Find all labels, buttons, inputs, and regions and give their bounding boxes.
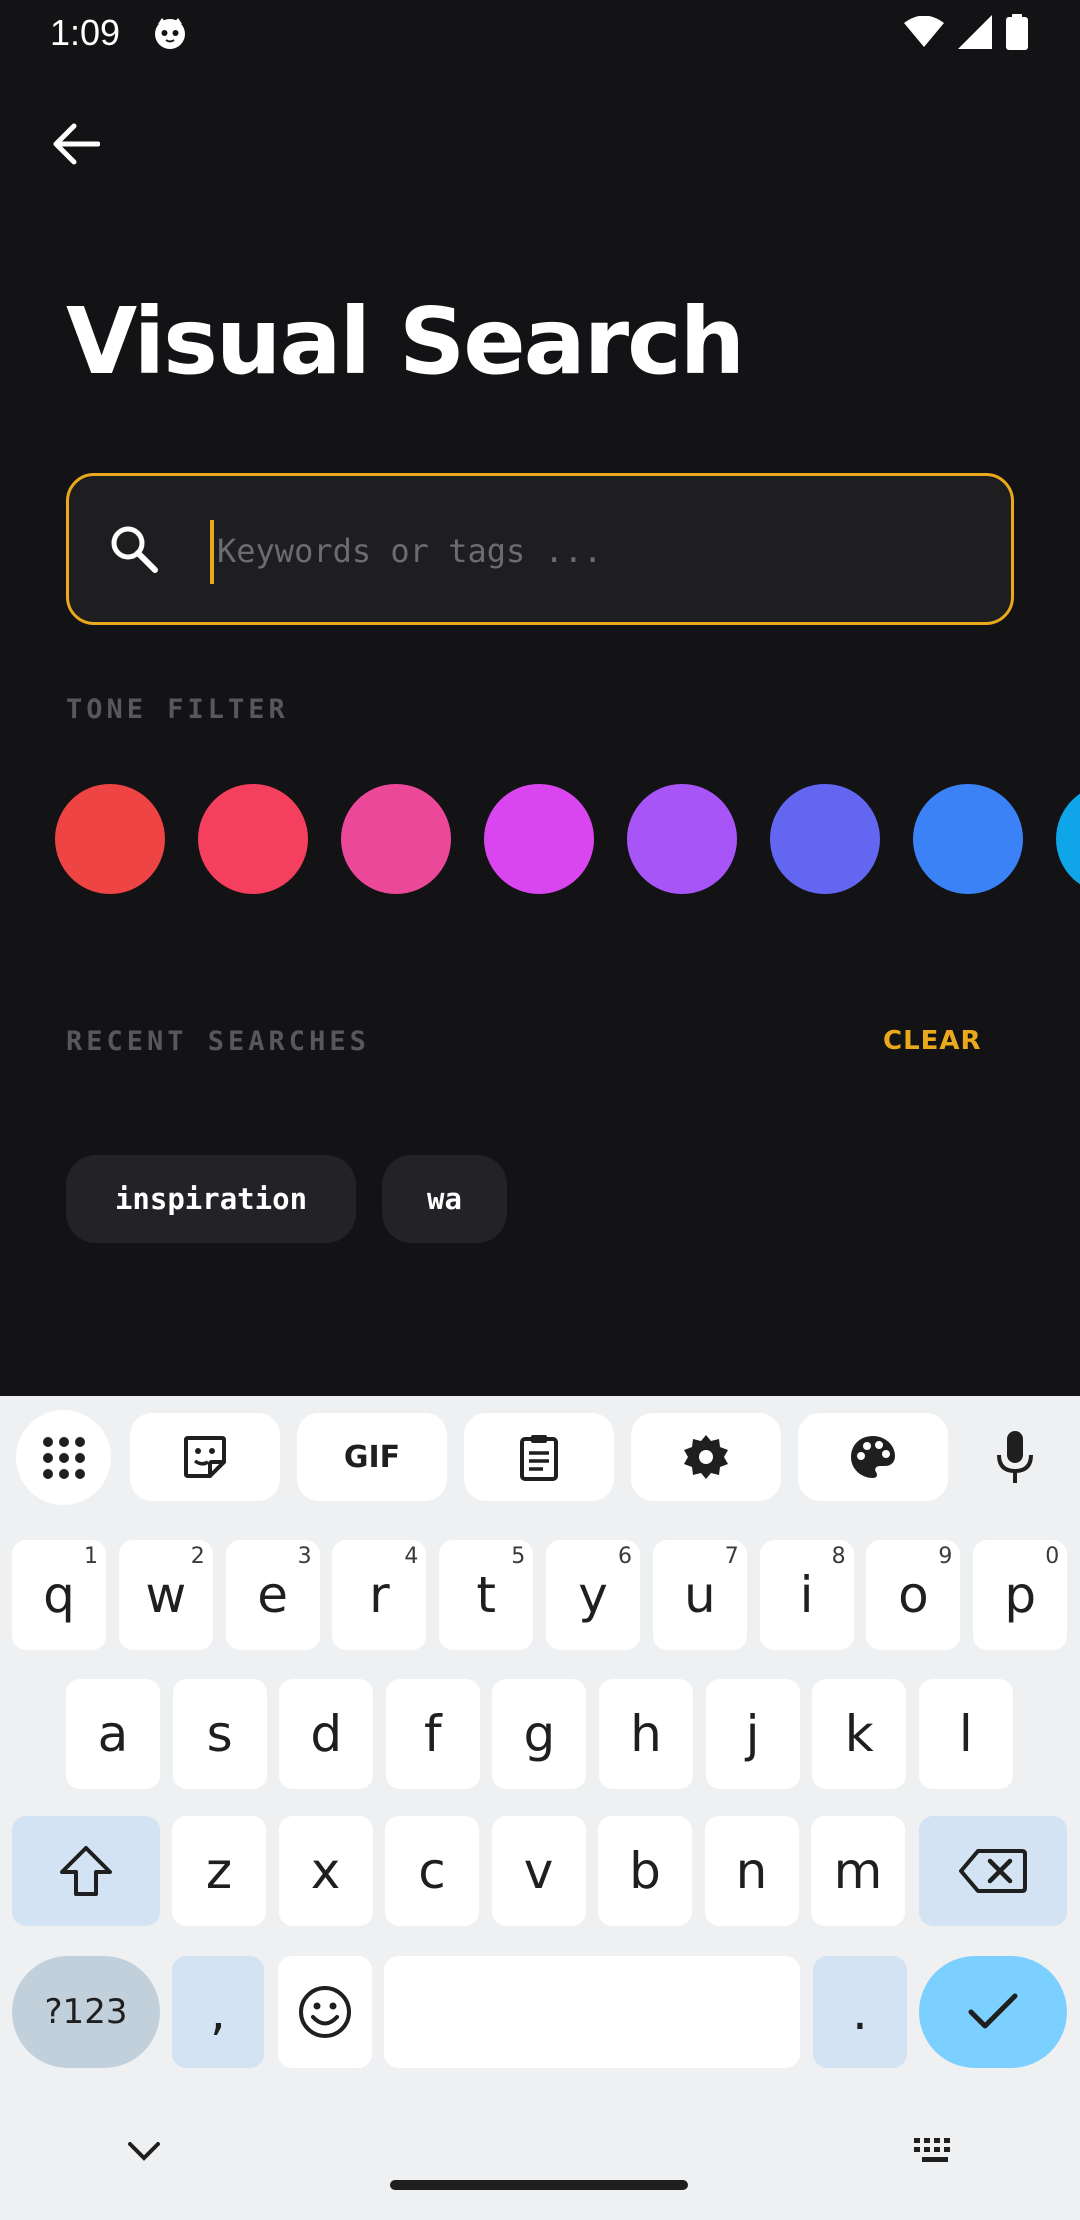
soft-keyboard: GIF q 1 w 2 e 3 r 4 t 5 y 6 u 7 i 8 o 9 … xyxy=(0,1396,1080,2220)
backspace-icon xyxy=(959,1849,1027,1893)
recent-search-chip[interactable]: inspiration xyxy=(66,1155,356,1243)
keyboard-toolbar: GIF xyxy=(0,1396,1080,1520)
cellular-signal-icon xyxy=(958,15,992,49)
key-n[interactable]: n xyxy=(704,1816,799,1926)
search-box[interactable] xyxy=(66,473,1014,625)
key-k[interactable]: k xyxy=(812,1679,907,1789)
gif-button[interactable]: GIF xyxy=(297,1413,447,1501)
home-indicator[interactable] xyxy=(390,2180,688,2190)
symbols-key[interactable]: ?123 xyxy=(12,1956,160,2068)
key-i[interactable]: i8 xyxy=(759,1540,854,1650)
tone-swatch[interactable] xyxy=(770,784,880,894)
key-h[interactable]: h xyxy=(599,1679,693,1789)
comma-key[interactable]: , xyxy=(172,1956,264,2068)
gear-icon xyxy=(684,1435,728,1479)
key-z[interactable]: z xyxy=(172,1816,266,1926)
emoji-key[interactable] xyxy=(278,1956,372,2068)
key-u[interactable]: u7 xyxy=(652,1540,747,1650)
search-input[interactable] xyxy=(217,516,977,586)
key-a[interactable]: a xyxy=(66,1679,160,1789)
recent-searches-label: RECENT SEARCHES xyxy=(66,1026,370,1057)
key-r[interactable]: r4 xyxy=(332,1540,427,1650)
tone-swatch[interactable] xyxy=(627,784,737,894)
key-x[interactable]: x xyxy=(278,1816,373,1926)
voice-input-button[interactable] xyxy=(975,1413,1055,1501)
keyboard-settings-button[interactable] xyxy=(631,1413,781,1501)
clear-recent-button[interactable]: CLEAR xyxy=(883,1026,982,1056)
arrow-back-icon xyxy=(53,123,100,165)
sticker-button[interactable] xyxy=(130,1413,280,1501)
period-key[interactable]: . xyxy=(813,1956,907,2068)
apps-grid-icon xyxy=(42,1436,85,1479)
clipboard-button[interactable] xyxy=(464,1413,614,1501)
key-w[interactable]: w2 xyxy=(118,1540,213,1650)
tone-swatch[interactable] xyxy=(1056,784,1080,894)
key-b[interactable]: b xyxy=(598,1816,692,1926)
backspace-key[interactable] xyxy=(919,1816,1067,1926)
cat-notification-icon xyxy=(155,18,185,49)
key-m[interactable]: m xyxy=(811,1816,905,1926)
back-button[interactable] xyxy=(48,116,104,172)
shift-icon xyxy=(60,1846,112,1896)
key-c[interactable]: c xyxy=(385,1816,479,1926)
tone-swatch[interactable] xyxy=(484,784,594,894)
space-key[interactable] xyxy=(384,1956,800,2068)
tone-swatch[interactable] xyxy=(913,784,1023,894)
clipboard-icon xyxy=(520,1435,558,1481)
key-f[interactable]: f xyxy=(385,1679,480,1789)
key-y[interactable]: y6 xyxy=(546,1540,640,1650)
microphone-icon xyxy=(997,1431,1033,1483)
tone-swatch[interactable] xyxy=(55,784,165,894)
status-time: 1:09 xyxy=(50,12,121,53)
key-p[interactable]: p0 xyxy=(973,1540,1068,1650)
tone-filter-label: TONE FILTER xyxy=(66,694,289,725)
key-e[interactable]: e3 xyxy=(225,1540,320,1650)
sticker-icon xyxy=(184,1436,226,1478)
checkmark-icon xyxy=(968,1993,1018,2029)
key-l[interactable]: l xyxy=(918,1679,1013,1789)
gif-label: GIF xyxy=(343,1439,401,1475)
hide-keyboard-icon[interactable] xyxy=(124,2136,164,2166)
battery-icon xyxy=(1006,14,1028,50)
switch-keyboard-icon[interactable] xyxy=(912,2136,958,2166)
tone-swatch[interactable] xyxy=(198,784,308,894)
keyboard-apps-button[interactable] xyxy=(16,1410,111,1505)
tone-swatch[interactable] xyxy=(341,784,451,894)
status-bar: 1:09 xyxy=(0,0,1080,66)
key-j[interactable]: j xyxy=(705,1679,800,1789)
shift-key[interactable] xyxy=(12,1816,160,1926)
key-g[interactable]: g xyxy=(492,1679,587,1789)
key-d[interactable]: d xyxy=(279,1679,374,1789)
key-t[interactable]: t5 xyxy=(439,1540,534,1650)
emoji-icon xyxy=(299,1986,351,2038)
enter-key[interactable] xyxy=(919,1956,1067,2068)
theme-button[interactable] xyxy=(798,1413,948,1501)
key-o[interactable]: o9 xyxy=(866,1540,961,1650)
text-cursor xyxy=(210,520,214,584)
wifi-icon xyxy=(904,16,944,47)
search-icon xyxy=(111,526,158,573)
page-title: Visual Search xyxy=(66,288,745,395)
recent-search-chip[interactable]: wa xyxy=(382,1155,507,1243)
key-q[interactable]: q1 xyxy=(12,1540,106,1650)
tone-filter-row[interactable] xyxy=(55,784,1080,894)
key-v[interactable]: v xyxy=(491,1816,586,1926)
palette-icon xyxy=(851,1436,895,1478)
key-s[interactable]: s xyxy=(172,1679,267,1789)
